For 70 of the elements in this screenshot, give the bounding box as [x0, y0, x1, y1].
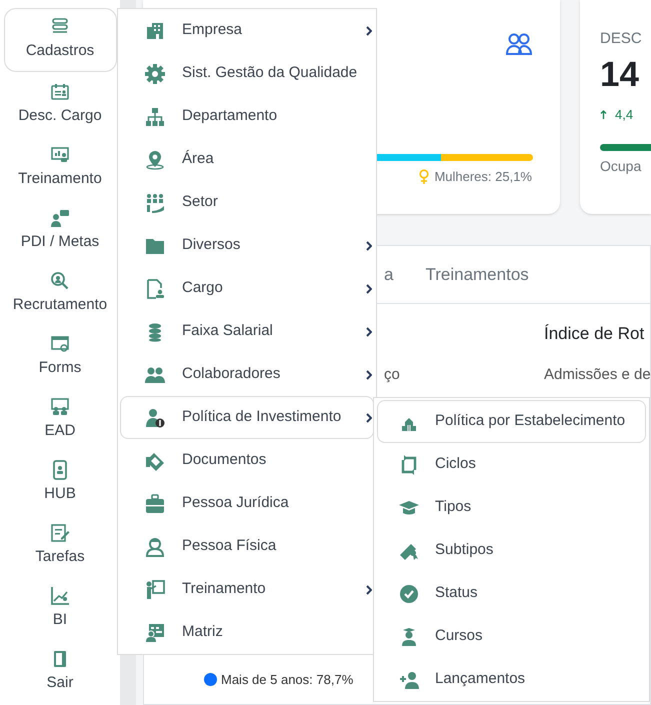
line-chart-icon — [50, 586, 70, 606]
menu-item[interactable]: Pessoa Física — [120, 525, 374, 568]
edit-note-icon — [50, 522, 70, 543]
occupancy-bar — [600, 144, 651, 151]
sidebar-item[interactable]: Recrutamento — [4, 263, 116, 324]
phone-person-icon — [50, 460, 70, 480]
check-circle-icon — [398, 584, 420, 604]
classroom-icon — [50, 396, 70, 417]
up-arrow-icon — [600, 110, 607, 119]
sidebar-item[interactable]: Sair — [4, 641, 116, 702]
menu-item[interactable]: Diversos — [120, 224, 374, 267]
hierarchy-icon — [144, 106, 166, 126]
users-icon — [144, 364, 166, 384]
matrix-icon — [144, 622, 166, 642]
form-window-icon — [50, 334, 70, 354]
map-pin-icon — [144, 150, 166, 170]
card-title: DESC — [600, 29, 643, 49]
person-chat-icon — [50, 208, 70, 228]
card-caption: Ocupa — [600, 157, 642, 176]
sidebar-item[interactable]: BI — [4, 578, 116, 639]
sidebar-item[interactable]: PDI / Metas — [4, 200, 116, 261]
add-user-icon — [398, 670, 420, 690]
group-icon — [144, 192, 166, 212]
women-share: Mulheres: 25,1% — [434, 168, 532, 186]
presentation-icon — [50, 144, 70, 165]
legend-label: Mais de 5 anos: 78,7% — [221, 671, 354, 689]
menu-item[interactable]: Setor — [120, 181, 374, 224]
chart-title: Índice de Rot — [544, 323, 644, 345]
female-icon — [419, 169, 430, 184]
submenu-item[interactable]: Lançamentos — [377, 658, 646, 701]
menu-item[interactable]: Treinamento — [120, 568, 374, 611]
teacher-board-icon — [144, 580, 166, 600]
submenu-item[interactable]: Status — [377, 572, 646, 615]
tab[interactable]: Treinamentos — [425, 262, 529, 288]
menu-item[interactable]: Sist. Gestão da Qualidade — [120, 52, 374, 95]
menu-item[interactable]: Faixa Salarial — [120, 310, 374, 353]
menu-item[interactable]: Documentos — [120, 439, 374, 482]
woman-icon — [144, 536, 166, 556]
id-card-icon — [50, 82, 70, 102]
menu-item[interactable]: Cargo — [120, 267, 374, 310]
person-coin-icon — [144, 408, 166, 428]
trend-value: 4,4 — [615, 106, 634, 124]
briefcase-icon — [144, 494, 166, 514]
menu-item[interactable]: Pessoa Jurídica — [120, 482, 374, 525]
sidebar-item[interactable]: Treinamento — [4, 137, 116, 198]
sidebar-item[interactable]: Cadastros — [4, 8, 116, 72]
submenu-item[interactable]: Ciclos — [377, 443, 646, 486]
submenu-item[interactable]: Subtipos — [377, 529, 646, 572]
menu-item[interactable]: Colaboradores — [120, 353, 374, 396]
people-icon — [505, 32, 533, 56]
submenu-item[interactable]: Política por Estabelecimento — [377, 400, 646, 443]
menu-item[interactable]: Departamento — [120, 95, 374, 138]
submenu-item[interactable]: Tipos — [377, 486, 646, 529]
gear-icon — [144, 64, 166, 84]
tab[interactable]: a — [384, 262, 394, 288]
submenu-item[interactable]: Cursos — [377, 615, 646, 658]
sidebar-item[interactable]: Desc. Cargo — [4, 74, 116, 135]
sidebar-item[interactable]: HUB — [4, 452, 116, 513]
menu-item[interactable]: Matriz — [120, 611, 374, 654]
menu-item[interactable]: Área — [120, 138, 374, 181]
sidebar-item[interactable]: Forms — [4, 326, 116, 387]
document-person-icon — [144, 278, 166, 298]
building-icon — [144, 20, 166, 40]
card-value: 14 — [600, 56, 640, 92]
magnifier-person-icon — [50, 270, 70, 291]
sidebar-item[interactable]: EAD — [4, 389, 116, 450]
chart-subtitle: Admissões e de — [544, 365, 651, 385]
menu-item[interactable]: Empresa — [120, 9, 374, 52]
chart-label: ço — [384, 365, 400, 385]
sidebar-item[interactable]: Tarefas — [4, 515, 116, 576]
